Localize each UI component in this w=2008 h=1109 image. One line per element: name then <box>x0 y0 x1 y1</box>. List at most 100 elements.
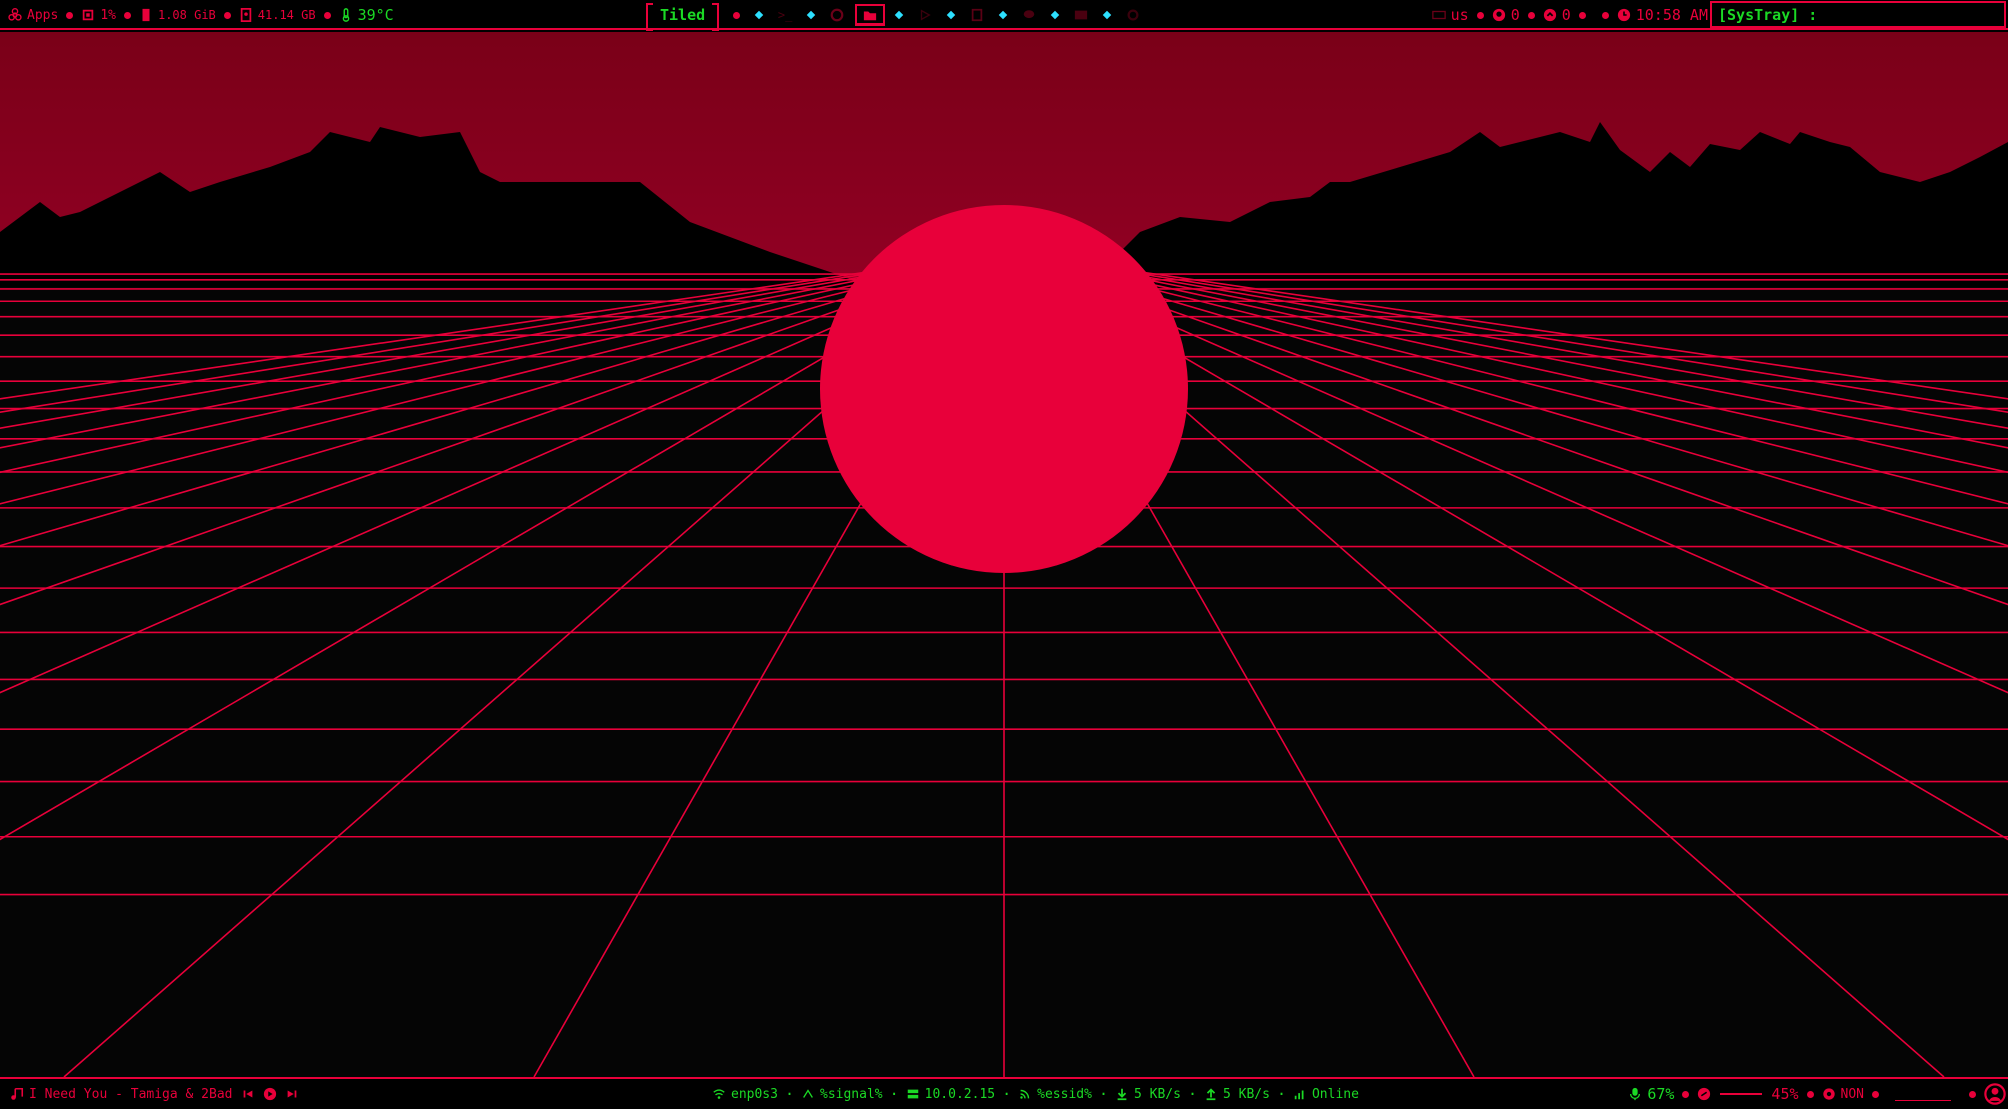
ip-widget: 10.0.2.15 <box>906 1087 995 1102</box>
separator <box>1578 11 1586 19</box>
next-track-icon[interactable] <box>285 1087 299 1101</box>
thermometer-icon <box>342 8 349 22</box>
keyboard-layout: us <box>1450 6 1469 24</box>
github-widget[interactable]: 0 <box>1492 6 1520 24</box>
music-widget: I Need You - Tamiga & 2Bad <box>10 1087 233 1102</box>
keyboard-widget[interactable]: us <box>1431 6 1469 24</box>
download-icon <box>1117 1088 1127 1101</box>
terminal-icon: >_ <box>777 8 793 22</box>
apps-launcher[interactable]: Apps <box>8 8 58 23</box>
systray[interactable]: [SysTray] : <box>1710 1 2006 28</box>
previous-track-icon[interactable] <box>241 1087 255 1101</box>
brightness-label: NON <box>1840 1086 1864 1102</box>
workspace-8[interactable] <box>1121 4 1145 26</box>
workspace-7[interactable] <box>1069 4 1093 26</box>
disk-icon <box>240 8 252 22</box>
network-interface: enp0s3 <box>712 1087 778 1102</box>
separator: · <box>1276 1085 1286 1103</box>
now-playing: I Need You - Tamiga & 2Bad <box>29 1086 233 1102</box>
antenna-icon <box>803 1089 813 1098</box>
download-speed: 5 KB/s <box>1133 1086 1181 1102</box>
separator <box>1806 1090 1814 1098</box>
separator <box>894 10 904 20</box>
workspace-1[interactable]: >_ <box>773 4 797 26</box>
gear-icon <box>1822 1088 1835 1100</box>
power-icon[interactable] <box>1984 1083 2006 1105</box>
wallpaper <box>0 32 2008 1077</box>
workspace-2[interactable] <box>825 4 849 26</box>
separator: · <box>784 1085 794 1103</box>
separator <box>1872 1090 1879 1098</box>
temperature-widget: 39°C <box>339 6 394 24</box>
separator <box>1050 10 1060 20</box>
brightness-widget[interactable]: NON <box>1822 1087 1864 1102</box>
separator: · <box>1098 1085 1108 1103</box>
mic-widget[interactable]: 67% <box>1628 1085 1674 1103</box>
clock-widget[interactable]: 10:58 AM <box>1617 6 1708 24</box>
separator <box>223 11 231 19</box>
separator <box>1102 10 1112 20</box>
folder-icon <box>864 11 877 20</box>
connection-status-label: Online <box>1311 1086 1359 1102</box>
separator: · <box>889 1085 899 1103</box>
layout-label: Tiled <box>660 6 706 24</box>
workspace-5[interactable] <box>965 4 989 26</box>
microphone-icon <box>1630 1087 1641 1101</box>
signal-widget: %signal% <box>801 1087 883 1102</box>
separator: · <box>1187 1085 1197 1103</box>
player-icon <box>921 9 931 21</box>
clock-value: 10:58 AM <box>1635 6 1708 24</box>
rss-icon <box>1020 1089 1030 1099</box>
separator <box>66 11 74 19</box>
play-pause-icon[interactable] <box>263 1087 277 1101</box>
wifi-icon <box>713 1089 725 1099</box>
separator <box>1476 11 1484 19</box>
volume-icon <box>1698 1087 1711 1101</box>
server-icon <box>907 1089 918 1099</box>
clock-icon <box>1617 8 1630 22</box>
layout-indicator[interactable]: Tiled <box>646 3 720 31</box>
cpu-widget: 1% <box>81 8 116 23</box>
apps-label: Apps <box>27 7 59 23</box>
volume-slider[interactable] <box>1720 1093 1763 1095</box>
cpu-icon <box>83 9 94 21</box>
connection-status: Online <box>1293 1087 1359 1102</box>
mail-icon <box>1075 10 1088 20</box>
biohazard-icon <box>8 8 22 21</box>
music-note-icon <box>11 1087 24 1100</box>
separator <box>946 10 956 20</box>
separator <box>1527 11 1535 19</box>
updates-icon <box>1543 8 1556 22</box>
upload-icon <box>1206 1088 1216 1101</box>
github-icon <box>1492 8 1505 22</box>
workspace-6[interactable] <box>1017 4 1041 26</box>
top-bar: Apps 1% 1.08 GiB 41.14 GB 39°C Tiled >_ <box>0 0 2008 31</box>
signal-value: %signal% <box>820 1086 883 1102</box>
separator <box>1601 11 1609 19</box>
mic-level: 67% <box>1647 1085 1675 1103</box>
separator <box>733 11 741 19</box>
firefox-icon <box>830 8 844 22</box>
workspace-3[interactable] <box>855 4 886 26</box>
temperature-value: 39°C <box>357 6 394 24</box>
settings-icon <box>1127 9 1139 21</box>
volume-level: 45% <box>1771 1085 1799 1103</box>
updates-widget[interactable]: 0 <box>1543 6 1571 24</box>
keyboard-icon <box>1431 10 1446 20</box>
separator: · <box>1002 1085 1012 1103</box>
signal-bars-icon <box>1294 1090 1304 1100</box>
chat-icon <box>1023 10 1035 19</box>
sun <box>820 205 1188 573</box>
workspace-4[interactable] <box>913 4 937 26</box>
interface-name: enp0s3 <box>731 1086 778 1102</box>
essid-value: %essid% <box>1037 1086 1092 1102</box>
systray-label: [SysTray] : <box>1718 5 1818 24</box>
volume-widget[interactable]: 45% <box>1697 1085 1799 1103</box>
upload-widget: 5 KB/s <box>1204 1087 1270 1102</box>
separator <box>1969 1090 1976 1098</box>
ip-address: 10.0.2.15 <box>924 1086 996 1102</box>
document-icon <box>971 8 983 22</box>
essid-widget: %essid% <box>1018 1087 1092 1102</box>
separator <box>998 10 1008 20</box>
download-widget: 5 KB/s <box>1115 1087 1181 1102</box>
